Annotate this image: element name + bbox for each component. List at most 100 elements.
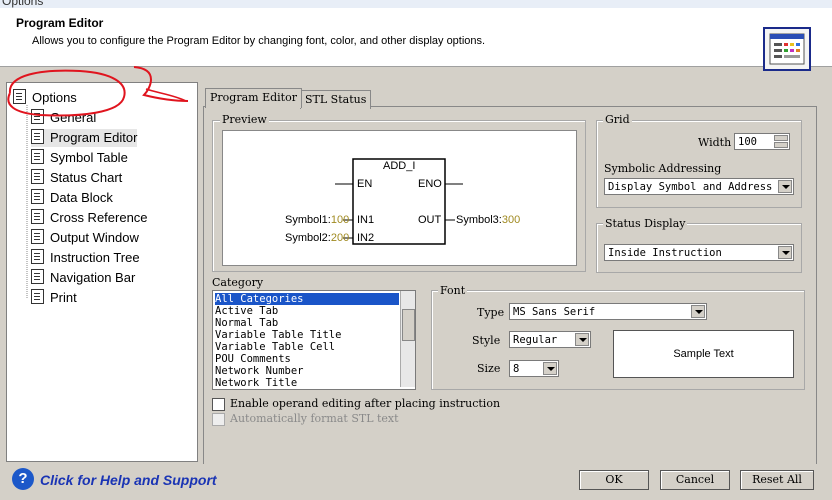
symbol2-name: Symbol2: [285, 232, 331, 244]
font-style-value: Regular [513, 334, 558, 346]
window-title: Options [2, 0, 44, 8]
style-label: Style [472, 334, 501, 347]
category-item[interactable]: Network Title [215, 377, 297, 389]
font-type-select[interactable]: MS Sans Serif [509, 303, 707, 320]
page-icon [31, 289, 44, 304]
symbol1-text: Symbol1:100 [285, 214, 349, 226]
window-title-bar: Options [0, 0, 832, 8]
tab-program-editor[interactable]: Program Editor [205, 88, 302, 108]
reset-all-button[interactable]: Reset All [740, 470, 814, 490]
tree-item-label: Output Window [50, 230, 139, 245]
symbol1-name: Symbol1: [285, 214, 331, 226]
type-label: Type [477, 306, 505, 319]
enable-operand-label[interactable]: Enable operand editing after placing ins… [230, 397, 500, 410]
pin-en: EN [357, 178, 373, 190]
page-icon [31, 149, 44, 164]
pin-in1: IN1 [357, 214, 375, 226]
font-size-select[interactable]: 8 [509, 360, 559, 377]
sample-text-box: Sample Text [613, 330, 794, 378]
font-label: Font [438, 284, 468, 297]
tree-item-label: Symbol Table [50, 150, 128, 165]
font-type-value: MS Sans Serif [513, 306, 596, 318]
options-tree[interactable]: Options General Program Editor Symbol Ta… [6, 82, 198, 462]
width-label: Width [698, 136, 732, 149]
tree-item-label: Status Chart [50, 170, 123, 185]
symbolic-addressing-label: Symbolic Addressing [604, 162, 722, 175]
font-size-value: 8 [513, 363, 520, 375]
category-scrollbar[interactable] [400, 291, 415, 387]
block-name: ADD_I [383, 160, 416, 172]
symbol3-value: 300 [501, 214, 521, 226]
font-style-select[interactable]: Regular [509, 331, 591, 348]
width-spinner[interactable]: 100 [734, 133, 790, 150]
chevron-down-icon[interactable] [575, 333, 589, 346]
tree-item-label: Instruction Tree [50, 250, 140, 265]
auto-format-checkbox [212, 413, 225, 426]
help-link[interactable]: Click for Help and Support [40, 472, 217, 488]
page-icon [31, 129, 44, 144]
pin-out: OUT [418, 214, 442, 226]
status-display-select[interactable]: Inside Instruction [604, 244, 794, 261]
category-item[interactable]: POU Comments [215, 353, 291, 365]
tree-item-label: Program Editor [50, 130, 138, 145]
pin-in2: IN2 [357, 232, 375, 244]
scrollbar-thumb[interactable] [402, 309, 415, 341]
auto-format-label: Automatically format STL text [230, 412, 399, 425]
tree-item-navigation-bar[interactable]: Navigation Bar [31, 269, 135, 287]
page-icon [31, 169, 44, 184]
category-listbox[interactable]: All Categories Active Tab Normal Tab Var… [212, 290, 416, 390]
tree-item-status-chart[interactable]: Status Chart [31, 169, 122, 187]
tree-item-cross-reference[interactable]: Cross Reference [31, 209, 148, 227]
symbol3-name: Symbol3: [456, 214, 502, 226]
chevron-down-icon[interactable] [778, 180, 792, 193]
tree-item-symbol-table[interactable]: Symbol Table [31, 149, 128, 167]
tree-item-label: Navigation Bar [50, 270, 136, 285]
category-item[interactable]: All Categories [215, 293, 399, 305]
header-title: Program Editor [16, 16, 104, 30]
page-icon [31, 269, 44, 284]
category-item[interactable]: Variable Table Title [215, 329, 341, 341]
program-editor-window-icon [763, 27, 811, 71]
tree-item-label: Print [50, 290, 77, 305]
tab-stl-status[interactable]: STL Status [300, 90, 372, 109]
pin-eno: ENO [418, 178, 442, 190]
page-icon [31, 189, 44, 204]
spin-down-icon[interactable] [774, 142, 788, 148]
help-icon[interactable]: ? [12, 468, 34, 490]
tree-item-output-window[interactable]: Output Window [31, 229, 139, 247]
chevron-down-icon[interactable] [778, 246, 792, 259]
page-icon [31, 209, 44, 224]
preview-canvas: ADD_I EN ENO IN1 IN2 OUT Symbol1:100 Sym… [222, 130, 577, 266]
red-circle-annotation [7, 66, 189, 117]
tree-item-program-editor[interactable]: Program Editor [31, 129, 138, 147]
width-value: 100 [738, 136, 757, 148]
category-item[interactable]: Active Tab [215, 305, 278, 317]
tree-item-label: Data Block [50, 190, 113, 205]
status-display-value: Inside Instruction [608, 247, 722, 259]
tree-item-data-block[interactable]: Data Block [31, 189, 113, 207]
category-item[interactable]: Normal Tab [215, 317, 278, 329]
chevron-down-icon[interactable] [543, 362, 557, 375]
page-icon [31, 249, 44, 264]
spin-up-icon[interactable] [774, 135, 788, 141]
status-display-label: Status Display [603, 217, 688, 230]
tree-item-instruction-tree[interactable]: Instruction Tree [31, 249, 140, 267]
symbol2-value: 200 [330, 232, 350, 244]
ok-button[interactable]: OK [579, 470, 649, 490]
symbolic-addressing-select[interactable]: Display Symbol and Address [604, 178, 794, 195]
category-item[interactable]: Network Number [215, 365, 304, 377]
tree-item-print[interactable]: Print [31, 289, 77, 307]
chevron-down-icon[interactable] [691, 305, 705, 318]
category-item[interactable]: Variable Table Cell [215, 341, 335, 353]
symbol3-text: Symbol3:300 [456, 214, 520, 226]
cancel-button[interactable]: Cancel [660, 470, 730, 490]
category-label: Category [212, 276, 264, 289]
enable-operand-checkbox[interactable] [212, 398, 225, 411]
symbolic-addressing-value: Display Symbol and Address [608, 181, 773, 193]
grid-label: Grid [603, 113, 632, 126]
size-label: Size [477, 362, 501, 375]
page-icon [31, 229, 44, 244]
header-subtitle: Allows you to configure the Program Edit… [32, 35, 486, 47]
tree-item-label: Cross Reference [50, 210, 148, 225]
preview-label: Preview [220, 113, 269, 126]
